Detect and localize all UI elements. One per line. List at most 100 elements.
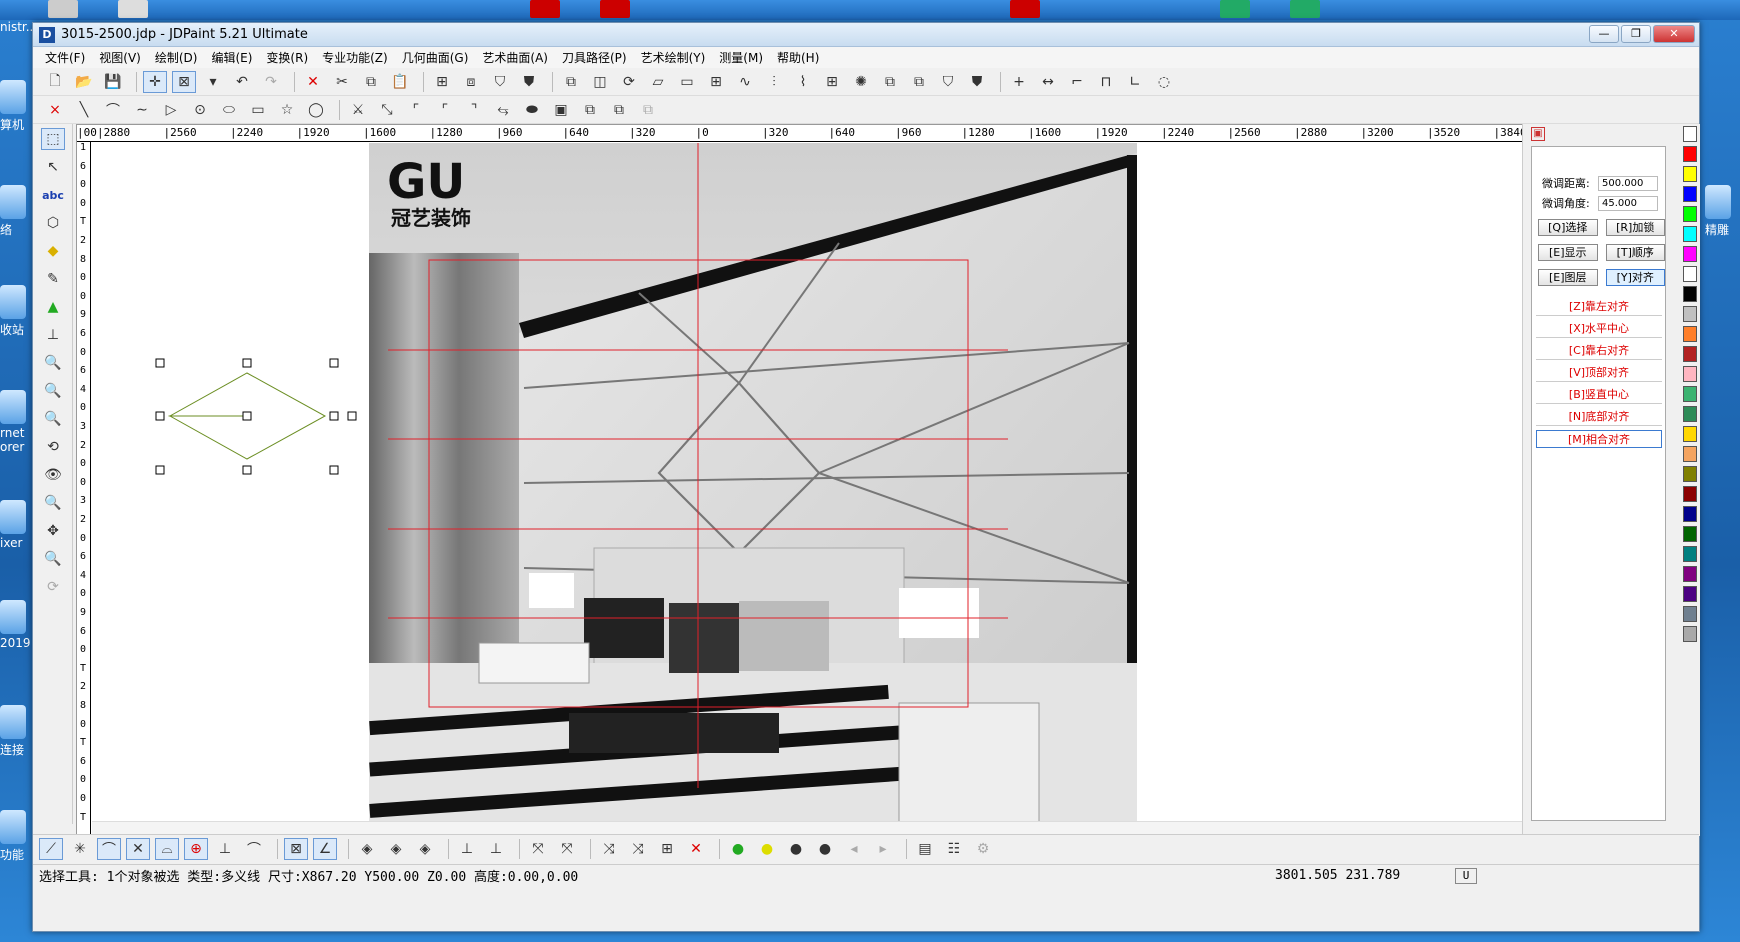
circle-icon[interactable]: ⊙: [188, 99, 212, 121]
bulb-green-icon[interactable]: ●: [726, 838, 750, 860]
corner-icon[interactable]: ⌝: [462, 99, 486, 121]
color-swatch[interactable]: [1683, 146, 1697, 162]
desktop-icon-recycle[interactable]: 收站: [0, 285, 32, 338]
snap-nearest-icon[interactable]: ⌒: [242, 838, 266, 860]
desktop-icon-connect[interactable]: 连接: [0, 705, 32, 758]
jdpaint-shortcut-icon[interactable]: [530, 0, 560, 18]
array-icon[interactable]: ⧈: [459, 71, 483, 93]
desktop-icon-computer[interactable]: 算机: [0, 80, 32, 133]
relief-tool-icon[interactable]: ▲: [41, 296, 65, 318]
color-swatch[interactable]: [1683, 486, 1697, 502]
node-diamond-alt2-icon[interactable]: ◈: [413, 838, 437, 860]
snap-intersect-icon[interactable]: ✕: [126, 837, 150, 860]
menu-professional[interactable]: 专业功能(Z): [316, 49, 396, 66]
menu-measure[interactable]: 测量(M): [713, 49, 771, 66]
snap-angle-icon[interactable]: ∠: [313, 837, 337, 860]
app-shortcut-icon[interactable]: [1220, 0, 1250, 18]
restore-button[interactable]: ❐: [1621, 25, 1651, 43]
menu-draw[interactable]: 绘制(D): [149, 49, 206, 66]
color-swatch[interactable]: [1683, 466, 1697, 482]
extend-icon[interactable]: ⤡: [375, 99, 399, 121]
color-swatch[interactable]: [1683, 506, 1697, 522]
arc-icon[interactable]: ⌒: [101, 99, 125, 121]
mirror-icon[interactable]: ◫: [588, 71, 612, 93]
snap-grid-icon[interactable]: ⊠: [284, 837, 308, 860]
lasso-icon[interactable]: ◌: [1152, 71, 1176, 93]
shape-tool-icon[interactable]: ⬡: [41, 212, 65, 234]
copy-icon[interactable]: ⧉: [359, 71, 383, 93]
fillet-icon[interactable]: ⌜: [404, 99, 428, 121]
select-box-icon[interactable]: ⊠: [172, 70, 196, 93]
align-left-button[interactable]: [Z]靠左对齐: [1536, 298, 1662, 316]
grid-icon[interactable]: ⊞: [430, 71, 454, 93]
grid-array-icon[interactable]: ⊞: [704, 71, 728, 93]
snap-perpendicular-icon[interactable]: ⊥: [213, 838, 237, 860]
transform-icon[interactable]: ⧉: [559, 71, 583, 93]
align-top-button[interactable]: [V]顶部对齐: [1536, 364, 1662, 382]
color-swatch[interactable]: [1683, 226, 1697, 242]
layer-button[interactable]: [E]图层: [1538, 269, 1598, 286]
clear-icon[interactable]: ✕: [684, 838, 708, 860]
menu-art-draw[interactable]: 艺术绘制(Y): [635, 49, 714, 66]
trim-icon[interactable]: ⚔: [346, 99, 370, 121]
split-icon[interactable]: ⧉: [607, 99, 631, 121]
zoom-window-icon[interactable]: 🔍: [41, 352, 65, 374]
color-swatch[interactable]: [1683, 266, 1697, 282]
search-icon[interactable]: [48, 0, 78, 18]
align-bottom-button[interactable]: [N]底部对齐: [1536, 408, 1662, 426]
node-edit-icon[interactable]: ⫶: [762, 71, 786, 93]
text-tool-icon[interactable]: abc: [41, 184, 65, 206]
crosshair-icon[interactable]: ✛: [143, 70, 167, 93]
spread-icon[interactable]: ✺: [849, 71, 873, 93]
frame-icon[interactable]: ▣: [549, 99, 573, 121]
color-swatch[interactable]: [1683, 246, 1697, 262]
zoom-all-icon[interactable]: 🔍: [41, 492, 65, 514]
layer-icon[interactable]: ⧉: [878, 71, 902, 93]
desktop-icon-ie[interactable]: rnet orer: [0, 390, 32, 454]
ellipse-icon[interactable]: ⬭: [217, 99, 241, 121]
settings-icon[interactable]: ⚙: [971, 838, 995, 860]
color-swatch[interactable]: [1683, 346, 1697, 362]
paste-icon[interactable]: 📋: [388, 71, 412, 93]
star-icon[interactable]: ☆: [275, 99, 299, 121]
delete-icon[interactable]: ✕: [301, 71, 325, 93]
node-delete-icon[interactable]: ⤧: [555, 838, 579, 860]
skew-icon[interactable]: ▱: [646, 71, 670, 93]
app-shortcut-icon[interactable]: [1290, 0, 1320, 18]
angle-icon[interactable]: ∟: [1123, 71, 1147, 93]
shield-filled-icon[interactable]: ⛊: [965, 71, 989, 93]
color-swatch[interactable]: [1683, 366, 1697, 382]
stair-icon[interactable]: ⊥: [455, 838, 479, 860]
pencil-icon[interactable]: [1683, 126, 1697, 142]
shield-icon[interactable]: ⛉: [488, 71, 512, 93]
offset-icon[interactable]: ⥃: [491, 99, 515, 121]
drawing-canvas[interactable]: GU 冠艺装饰: [92, 143, 1537, 836]
save-icon[interactable]: 💾: [101, 71, 125, 93]
polyline-icon[interactable]: ▷: [159, 99, 183, 121]
minimize-button[interactable]: —: [1589, 25, 1619, 43]
arrow-left-icon[interactable]: ◂: [842, 838, 866, 860]
app-shortcut-icon[interactable]: [118, 0, 148, 18]
page-icon[interactable]: ▤: [913, 838, 937, 860]
eye-icon[interactable]: 👁: [41, 464, 65, 486]
show-button[interactable]: [E]显示: [1538, 244, 1598, 261]
color-swatch[interactable]: [1683, 586, 1697, 602]
stair-alt-icon[interactable]: ⊥: [484, 838, 508, 860]
menu-edit[interactable]: 编辑(E): [205, 49, 260, 66]
zoom-icon[interactable]: 🔍: [41, 548, 65, 570]
select-tool-icon[interactable]: ⬚: [41, 128, 65, 150]
color-swatch[interactable]: [1683, 426, 1697, 442]
jdpaint-shortcut-icon[interactable]: [600, 0, 630, 18]
slot-icon[interactable]: ⬬: [520, 99, 544, 121]
rotate-icon[interactable]: ⟳: [617, 71, 641, 93]
node-diamond-alt-icon[interactable]: ◈: [384, 838, 408, 860]
align-hcenter-button[interactable]: [X]水平中心: [1536, 320, 1662, 338]
color-swatch[interactable]: [1683, 406, 1697, 422]
node-join-icon[interactable]: ⤨: [597, 838, 621, 860]
dropdown-arrow-icon[interactable]: ▾: [201, 71, 225, 93]
color-swatch[interactable]: [1683, 186, 1697, 202]
table-icon[interactable]: ☷: [942, 838, 966, 860]
align-button[interactable]: [Y]对齐: [1605, 269, 1665, 286]
align-vcenter-button[interactable]: [B]竖直中心: [1536, 386, 1662, 404]
zoom-previous-icon[interactable]: ⟲: [41, 436, 65, 458]
